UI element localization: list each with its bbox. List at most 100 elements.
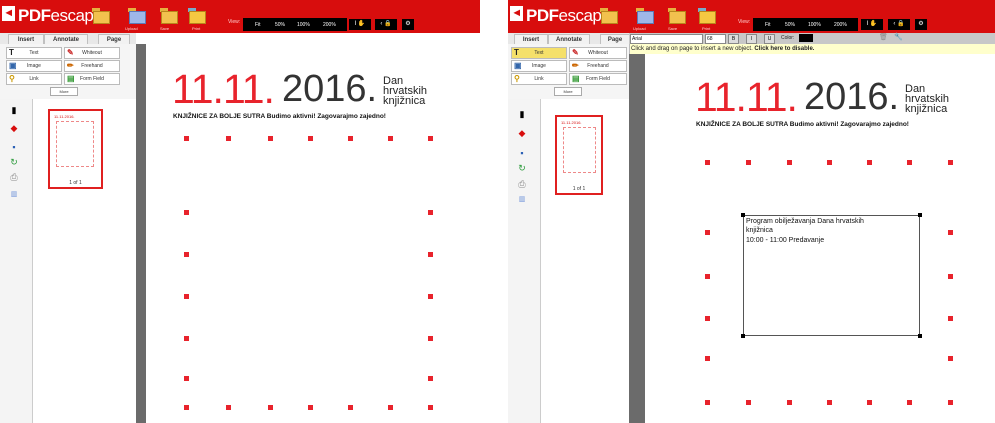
text-cursor-icon[interactable]: I ✋: [349, 19, 371, 30]
red-dot: [787, 400, 792, 405]
printer-icon[interactable]: ⎙: [517, 179, 527, 189]
zoom-fit[interactable]: Fit: [765, 22, 771, 28]
pdfescape-logo: ◄ PDFescape: [510, 6, 611, 26]
zoom-200[interactable]: 200%: [323, 22, 336, 28]
red-dot: [948, 356, 953, 361]
text-cursor-icon[interactable]: I ✋: [861, 19, 883, 30]
pdf-page[interactable]: 11.11. 2016. Dan hrvatskih knjižnica KNJ…: [146, 44, 480, 423]
printer-icon[interactable]: ⎙: [9, 172, 19, 182]
save-disk-icon[interactable]: ▪: [9, 142, 19, 152]
more-button[interactable]: More: [50, 87, 78, 96]
resize-handle-bl[interactable]: [741, 334, 745, 338]
form-field-tool-label: Form Field: [586, 76, 610, 82]
upload-folder-icon[interactable]: [128, 6, 146, 24]
link-tool-button[interactable]: ⚲ Link: [6, 73, 62, 85]
logo-text: PDF: [18, 6, 51, 25]
save-disk-icon[interactable]: ▪: [517, 148, 527, 158]
resize-handle-tr[interactable]: [918, 213, 922, 217]
red-dot: [226, 136, 231, 141]
lock-icon[interactable]: ‹ 🔒: [375, 19, 397, 30]
resize-handle-br[interactable]: [918, 334, 922, 338]
zoom-fit[interactable]: Fit: [255, 22, 261, 28]
whiteout-tool-button[interactable]: ✎ Whiteout: [64, 47, 120, 59]
link-tool-label: Link: [29, 76, 39, 82]
wrench-icon[interactable]: 🔧: [894, 33, 903, 41]
zoom-50[interactable]: 50%: [785, 22, 795, 28]
open-folder-icon[interactable]: [92, 6, 110, 24]
red-dot: [428, 210, 433, 215]
zoom-200[interactable]: 200%: [834, 22, 847, 28]
refresh-icon[interactable]: ↻: [9, 157, 19, 167]
pdf-icon[interactable]: ◆: [517, 128, 527, 138]
left-sidebar: ▮ ◆ ▪ ↻ ⎙ ▥: [508, 99, 541, 423]
freehand-tool-button[interactable]: ✏ Freehand: [569, 60, 627, 72]
red-dot: [787, 160, 792, 165]
textbox-line-3[interactable]: 10:00 - 11:00 Predavanje: [746, 237, 824, 244]
refresh-icon[interactable]: ↻: [517, 163, 527, 173]
font-size-select[interactable]: 68: [705, 34, 726, 44]
form-field-tool-button[interactable]: ▤ Form Field: [64, 73, 120, 85]
gear-icon[interactable]: ⚙: [402, 19, 414, 30]
thumbnail-title: 11.11.2016.: [54, 114, 75, 119]
red-dot: [226, 405, 231, 410]
tab-row: Insert Annotate Page: [0, 33, 136, 45]
hint-disable-link[interactable]: Click here to disable.: [754, 46, 814, 52]
pdf-icon[interactable]: ◆: [9, 123, 19, 133]
red-dot: [948, 400, 953, 405]
zoom-100[interactable]: 100%: [297, 22, 310, 28]
red-dot: [184, 136, 189, 141]
red-dot: [746, 400, 751, 405]
upload-folder-icon[interactable]: [636, 6, 654, 24]
image-tool-label: Image: [532, 63, 546, 69]
page-icon[interactable]: ▮: [9, 105, 19, 115]
more-button[interactable]: More: [554, 87, 582, 96]
print-icon[interactable]: [698, 6, 716, 24]
red-dot: [428, 136, 433, 141]
print-label: Print: [702, 26, 711, 31]
textbox-line-2[interactable]: knjižnica: [746, 227, 773, 234]
bold-button[interactable]: B: [728, 34, 739, 44]
color-swatch[interactable]: [799, 34, 813, 42]
whiteout-tool-button[interactable]: ✎ Whiteout: [569, 47, 627, 59]
trash-icon[interactable]: 🗑: [879, 33, 888, 41]
red-dot: [948, 230, 953, 235]
red-dot: [428, 405, 433, 410]
notes-icon[interactable]: ▥: [517, 195, 527, 205]
logo-mark-icon: ◄: [2, 6, 15, 21]
text-tool-button[interactable]: T Text: [511, 47, 567, 59]
print-icon[interactable]: [188, 6, 206, 24]
font-family-select[interactable]: Arial: [630, 34, 703, 44]
lock-icon[interactable]: ‹ 🔒: [888, 19, 910, 30]
font-toolbar: Arial 68 B I U Color: 🗑 🔧: [629, 33, 995, 44]
red-dot: [184, 210, 189, 215]
notes-icon[interactable]: ▥: [9, 190, 19, 200]
image-tool-button[interactable]: ▣ Image: [511, 60, 567, 72]
open-folder-icon[interactable]: [600, 6, 618, 24]
pdf-page[interactable]: 11.11. 2016. Dan hrvatskih knjižnica KNJ…: [645, 54, 995, 423]
form-field-tool-button[interactable]: ▤ Form Field: [569, 73, 627, 85]
insert-hint-bar: Click and drag on page to insert a new o…: [629, 44, 995, 54]
page-icon[interactable]: ▮: [517, 109, 527, 119]
link-tool-button[interactable]: ⚲ Link: [511, 73, 567, 85]
save-folder-icon[interactable]: [160, 6, 178, 24]
underline-button[interactable]: U: [764, 34, 775, 44]
view-label: View:: [228, 19, 241, 25]
page-thumbnail[interactable]: 11.11.2016. 1 of 1: [48, 109, 103, 189]
resize-handle-tl[interactable]: [741, 213, 745, 217]
textbox-line-1[interactable]: Program obilježavanja Dana hrvatskih: [746, 218, 864, 225]
zoom-100[interactable]: 100%: [808, 22, 821, 28]
text-tool-button[interactable]: T Text: [6, 47, 62, 59]
inserted-text-box[interactable]: Program obilježavanja Dana hrvatskih knj…: [741, 213, 922, 338]
italic-button[interactable]: I: [746, 34, 757, 44]
scroll-gutter: [629, 54, 645, 423]
image-tool-button[interactable]: ▣ Image: [6, 60, 62, 72]
tab-row: Insert Annotate Page: [508, 33, 630, 45]
red-dot: [746, 160, 751, 165]
freehand-tool-button[interactable]: ✏ Freehand: [64, 60, 120, 72]
gear-icon[interactable]: ⚙: [915, 19, 927, 30]
save-folder-icon[interactable]: [668, 6, 686, 24]
red-dot: [388, 405, 393, 410]
zoom-50[interactable]: 50%: [275, 22, 285, 28]
freehand-tool-label: Freehand: [81, 63, 103, 69]
page-thumbnail[interactable]: 11.11.2016. 1 of 1: [555, 115, 603, 195]
